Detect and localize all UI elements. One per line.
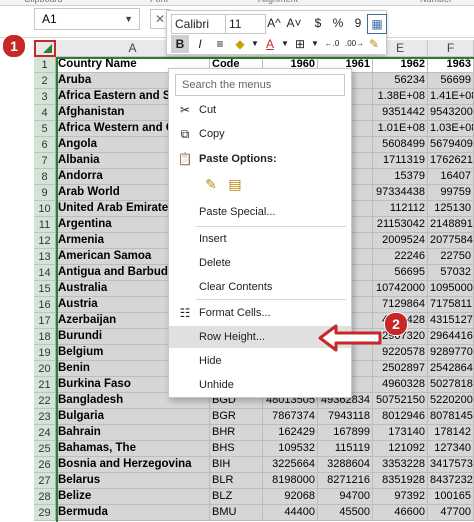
menu-item-paste-options: 📋 Paste Options:	[169, 148, 351, 170]
chevron-down-icon: ▼	[124, 14, 133, 24]
menu-item-label: Row Height...	[199, 331, 266, 343]
menu-item-delete[interactable]: Delete	[169, 252, 351, 274]
row-header[interactable]: 28	[34, 489, 56, 505]
format-table-icon[interactable]: ▦	[367, 14, 387, 34]
menu-item-copy[interactable]: ⧉ Copy	[169, 123, 351, 145]
row-header[interactable]: 4	[34, 105, 56, 121]
format-painter-icon[interactable]: ✎	[365, 35, 383, 53]
chevron-down-icon[interactable]: ▼	[251, 35, 259, 53]
menu-item-label: Hide	[199, 355, 222, 367]
row-header[interactable]: 27	[34, 473, 56, 489]
menu-item-label: Unhide	[199, 379, 234, 391]
paste-icon[interactable]: ✎	[202, 173, 220, 193]
row-header[interactable]: 7	[34, 153, 56, 169]
paste-values-icon[interactable]: ▤	[226, 173, 244, 193]
format-cells-icon: ☷	[179, 306, 191, 320]
menu-item-paste-special[interactable]: Paste Special...	[169, 201, 351, 223]
font-name-box[interactable]: Calibri	[171, 14, 228, 34]
row-header[interactable]: 21	[34, 377, 56, 393]
menu-item-clear-contents[interactable]: Clear Contents	[169, 276, 351, 298]
menu-item-cut[interactable]: ✂ Cut	[169, 99, 351, 121]
menu-item-label: Format Cells...	[199, 307, 271, 319]
row-header[interactable]: 9	[34, 185, 56, 201]
percent-icon[interactable]: %	[329, 14, 347, 32]
menu-item-unhide[interactable]: Unhide	[169, 374, 351, 396]
row-header[interactable]: 18	[34, 329, 56, 345]
align-center-icon[interactable]: ≡	[211, 35, 229, 53]
select-all-button[interactable]	[34, 40, 56, 57]
row-header[interactable]: 12	[34, 233, 56, 249]
menu-item-label: Copy	[199, 128, 225, 140]
comma-style-icon[interactable]: 9	[349, 14, 367, 32]
menu-item-label: Cut	[199, 104, 217, 116]
menu-item-label: Paste Options:	[199, 153, 277, 165]
borders-icon[interactable]: ⊞	[291, 35, 309, 53]
fill-color-icon[interactable]: ◆	[231, 35, 249, 53]
row-header[interactable]: 29	[34, 505, 56, 521]
font-size-box[interactable]: 11	[225, 14, 266, 34]
row-header[interactable]: 26	[34, 457, 56, 473]
name-box-value: A1	[42, 12, 57, 26]
row-header[interactable]: 2	[34, 73, 56, 89]
ribbon-group-label: Font	[150, 0, 168, 4]
font-size-value: 11	[229, 17, 242, 31]
menu-item-insert[interactable]: Insert	[169, 228, 351, 250]
decrease-decimal-icon[interactable]: .00→	[345, 35, 364, 53]
row-header[interactable]: 14	[34, 265, 56, 281]
increase-font-icon[interactable]: A^	[265, 14, 283, 32]
currency-icon[interactable]: $	[309, 14, 327, 32]
ribbon-group-label: Alignment	[258, 0, 298, 4]
ribbon-group-label: Number	[420, 0, 452, 4]
menu-item-label: Insert	[199, 233, 227, 245]
row-header[interactable]: 19	[34, 345, 56, 361]
row-header[interactable]: 23	[34, 409, 56, 425]
chevron-down-icon[interactable]: ▼	[281, 35, 289, 53]
ribbon-group-label: Clipboard	[24, 0, 63, 4]
increase-decimal-icon[interactable]: ←.0	[323, 35, 341, 53]
menu-separator	[196, 226, 346, 227]
row-header[interactable]: 16	[34, 297, 56, 313]
menu-item-label: Clear Contents	[199, 281, 273, 293]
scissors-icon: ✂	[179, 103, 191, 117]
pointer-arrow-icon	[318, 324, 382, 352]
paste-options-row: ✎ ▤	[169, 172, 351, 196]
search-menus-input[interactable]: Search the menus	[175, 74, 345, 96]
menu-item-label: Paste Special...	[199, 206, 276, 218]
row-header[interactable]: 24	[34, 425, 56, 441]
mini-toolbar: Calibri 11 A^ A˅ $ % 9 ▦ B I ≡ ◆ ▼ A ▼ ⊞…	[166, 10, 387, 55]
chevron-down-icon[interactable]: ▼	[311, 35, 319, 53]
row-header[interactable]: 22	[34, 393, 56, 409]
row-header[interactable]: 15	[34, 281, 56, 297]
select-all-triangle-icon	[43, 44, 52, 53]
row-header[interactable]: 5	[34, 121, 56, 137]
italic-icon[interactable]: I	[191, 35, 209, 53]
row-header[interactable]: 10	[34, 201, 56, 217]
step-2-badge: 2	[384, 312, 408, 336]
font-color-icon[interactable]: A	[261, 35, 279, 53]
step-1-badge: 1	[2, 34, 26, 58]
menu-item-label: Delete	[199, 257, 231, 269]
left-margin	[0, 40, 34, 522]
column-header-f[interactable]: F	[428, 40, 474, 57]
row-header[interactable]: 17	[34, 313, 56, 329]
menu-separator	[196, 299, 346, 300]
row-header[interactable]: 6	[34, 137, 56, 153]
copy-icon: ⧉	[180, 127, 190, 141]
row-header[interactable]: 11	[34, 217, 56, 233]
row-header[interactable]: 25	[34, 441, 56, 457]
decrease-font-icon[interactable]: A˅	[285, 14, 303, 32]
row-header[interactable]: 3	[34, 89, 56, 105]
row-header[interactable]: 13	[34, 249, 56, 265]
menu-item-format-cells[interactable]: ☷ Format Cells...	[169, 302, 351, 324]
name-box[interactable]: A1 ▼	[34, 8, 140, 30]
bold-icon[interactable]: B	[171, 35, 189, 53]
clipboard-icon: 📋	[177, 152, 193, 166]
row-header[interactable]: 1	[34, 57, 56, 73]
row-header[interactable]: 8	[34, 169, 56, 185]
font-name-value: Calibri	[175, 17, 210, 31]
row-header[interactable]: 20	[34, 361, 56, 377]
menu-item-hide[interactable]: Hide	[169, 350, 351, 372]
